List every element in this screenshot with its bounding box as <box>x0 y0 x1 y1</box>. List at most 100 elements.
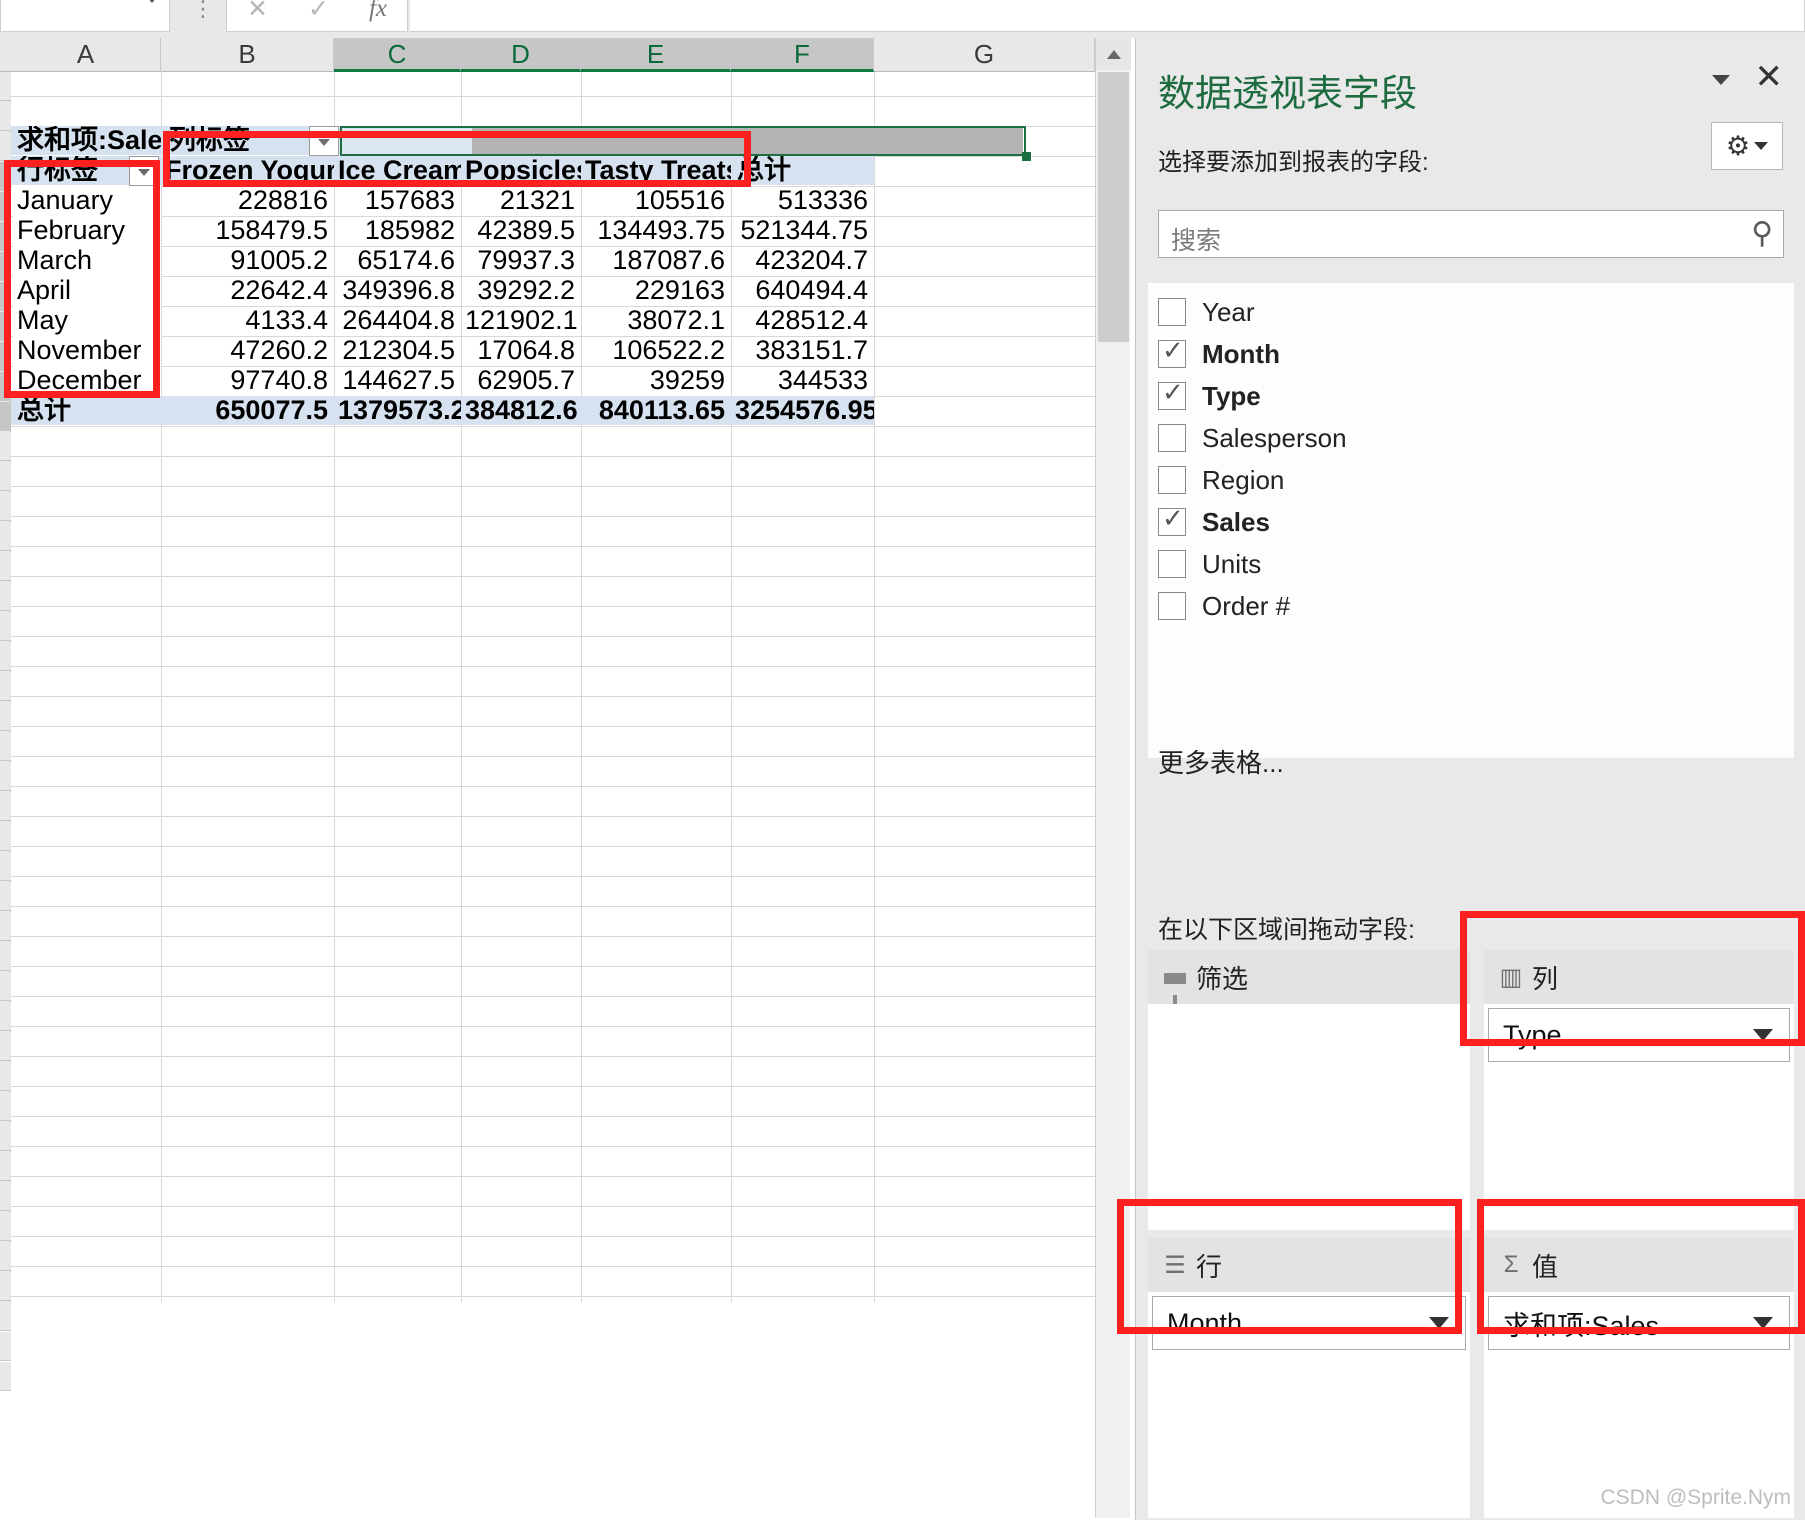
row-header[interactable] <box>0 1332 11 1361</box>
pivot-data-cell[interactable]: 423204.7 <box>731 246 874 275</box>
field-list-item-order[interactable]: Order # <box>1158 585 1290 627</box>
row-header[interactable] <box>0 582 11 611</box>
pivot-data-cell[interactable]: 121902.1 <box>461 306 581 335</box>
row-header[interactable] <box>0 492 11 521</box>
dropzone-filters-body[interactable] <box>1148 1004 1470 1230</box>
checkbox-checked-icon[interactable] <box>1158 377 1186 410</box>
checkbox-unchecked-icon[interactable] <box>1158 424 1186 452</box>
pivot-row-label[interactable]: November <box>13 336 161 365</box>
field-chip-type[interactable]: Type <box>1488 1008 1790 1062</box>
field-list-item-sales[interactable]: Sales <box>1158 501 1270 543</box>
row-header[interactable] <box>0 672 11 701</box>
row-header[interactable] <box>0 1242 11 1271</box>
pivot-value-field-caption[interactable]: 求和项:Sales <box>13 126 161 155</box>
row-header[interactable] <box>0 192 11 221</box>
pivot-row-label[interactable]: April <box>13 276 161 305</box>
pivot-grand-total-cell[interactable]: 384812.6 <box>461 396 581 425</box>
pivot-data-cell[interactable]: 91005.2 <box>161 246 334 275</box>
row-header[interactable] <box>0 282 11 311</box>
checkbox-unchecked-icon[interactable] <box>1158 298 1186 326</box>
checkbox-checked-icon[interactable] <box>1158 335 1186 368</box>
pivot-data-cell[interactable]: 21321 <box>461 186 581 215</box>
dropzone-rows-body[interactable]: Month <box>1148 1292 1470 1518</box>
row-header[interactable] <box>0 1272 11 1301</box>
pivot-data-cell[interactable]: 134493.75 <box>581 216 731 245</box>
pivot-data-cell[interactable]: 158479.5 <box>161 216 334 245</box>
row-header[interactable] <box>0 1062 11 1091</box>
row-header[interactable] <box>0 162 11 191</box>
row-header[interactable] <box>0 72 11 101</box>
chevron-down-icon[interactable] <box>1429 1317 1449 1329</box>
row-header[interactable] <box>0 732 11 761</box>
row-header[interactable] <box>0 1362 11 1391</box>
field-list-item-type[interactable]: Type <box>1158 375 1261 417</box>
name-box[interactable] <box>0 0 170 32</box>
pivot-row-label[interactable]: December <box>13 366 161 395</box>
row-header[interactable] <box>0 402 11 431</box>
pivot-row-labels-caption[interactable]: 行标签 <box>13 156 135 185</box>
chevron-down-icon[interactable] <box>1753 1029 1773 1041</box>
row-header[interactable] <box>0 252 11 281</box>
row-header[interactable] <box>0 1122 11 1151</box>
field-list-item-units[interactable]: Units <box>1158 543 1261 585</box>
close-icon[interactable]: ✕ <box>1755 60 1784 94</box>
row-header[interactable] <box>0 1152 11 1181</box>
pivot-data-cell[interactable]: 185982 <box>334 216 461 245</box>
pivot-column-header[interactable]: 总计 <box>731 156 874 185</box>
row-header[interactable] <box>0 972 11 1001</box>
row-header[interactable] <box>0 1212 11 1241</box>
pivot-data-cell[interactable]: 62905.7 <box>461 366 581 395</box>
formula-input[interactable] <box>410 0 1805 32</box>
row-labels-filter-button[interactable] <box>129 156 159 186</box>
pivot-data-cell[interactable]: 521344.75 <box>731 216 874 245</box>
search-input[interactable]: 搜索 ⚲ <box>1158 210 1784 258</box>
row-header[interactable] <box>0 612 11 641</box>
pivot-row-label[interactable]: May <box>13 306 161 335</box>
insert-function-icon[interactable]: fx <box>369 0 387 23</box>
row-header[interactable] <box>0 102 11 131</box>
pivot-data-cell[interactable]: 39259 <box>581 366 731 395</box>
pivot-data-cell[interactable]: 105516 <box>581 186 731 215</box>
chevron-down-icon[interactable] <box>1712 75 1730 85</box>
column-header-c[interactable]: C <box>334 38 461 72</box>
pivot-data-cell[interactable]: 65174.6 <box>334 246 461 275</box>
pivot-column-header[interactable]: Popsicles <box>461 156 581 185</box>
row-header[interactable] <box>0 762 11 791</box>
pivot-data-cell[interactable]: 264404.8 <box>334 306 461 335</box>
column-header-f[interactable]: F <box>731 38 874 72</box>
pivot-column-labels-caption[interactable]: 列标签 <box>165 126 315 155</box>
confirm-icon[interactable]: ✓ <box>308 0 329 24</box>
pivot-data-cell[interactable]: 428512.4 <box>731 306 874 335</box>
pivot-data-cell[interactable]: 383151.7 <box>731 336 874 365</box>
pivot-data-cell[interactable]: 39292.2 <box>461 276 581 305</box>
search-icon[interactable]: ⚲ <box>1751 216 1773 251</box>
row-header[interactable] <box>0 432 11 461</box>
column-header-a[interactable]: A <box>11 38 161 72</box>
dropzone-columns-body[interactable]: Type <box>1484 1004 1794 1230</box>
pivot-data-cell[interactable]: 22642.4 <box>161 276 334 305</box>
field-chip-sum-sales[interactable]: 求和项:Sales <box>1488 1296 1790 1350</box>
pivot-grand-total-cell[interactable]: 3254576.95 <box>731 396 874 425</box>
dropzone-values[interactable]: Σ 值 求和项:Sales <box>1484 1238 1794 1518</box>
pivot-data-cell[interactable]: 229163 <box>581 276 731 305</box>
row-header[interactable] <box>0 822 11 851</box>
pivot-data-cell[interactable]: 228816 <box>161 186 334 215</box>
pivot-data-cell[interactable]: 513336 <box>731 186 874 215</box>
dropzone-values-body[interactable]: 求和项:Sales <box>1484 1292 1794 1518</box>
row-header[interactable] <box>0 1032 11 1061</box>
pivot-data-cell[interactable]: 349396.8 <box>334 276 461 305</box>
pivot-column-header[interactable]: Tasty Treats <box>581 156 731 185</box>
pivot-data-cell[interactable]: 212304.5 <box>334 336 461 365</box>
dropzone-filters[interactable]: 筛选 <box>1148 950 1470 1230</box>
selection-fill-handle[interactable] <box>1022 152 1031 161</box>
pivot-data-cell[interactable]: 17064.8 <box>461 336 581 365</box>
pivot-data-cell[interactable]: 106522.2 <box>581 336 731 365</box>
field-list[interactable]: Year Month Type Salesperson Region Sales Units… <box>1148 283 1794 758</box>
row-header[interactable] <box>0 1182 11 1211</box>
row-header[interactable] <box>0 132 11 161</box>
field-list-item-month[interactable]: Month <box>1158 333 1280 375</box>
worksheet-grid[interactable]: 求和项:Sales列标签行标签 Frozen YogurtIce CreamPop… <box>11 72 1130 1302</box>
pivot-column-header[interactable]: Frozen Yogurt <box>161 156 334 185</box>
column-labels-filter-button[interactable] <box>309 126 339 156</box>
column-header-g[interactable]: G <box>874 38 1095 72</box>
